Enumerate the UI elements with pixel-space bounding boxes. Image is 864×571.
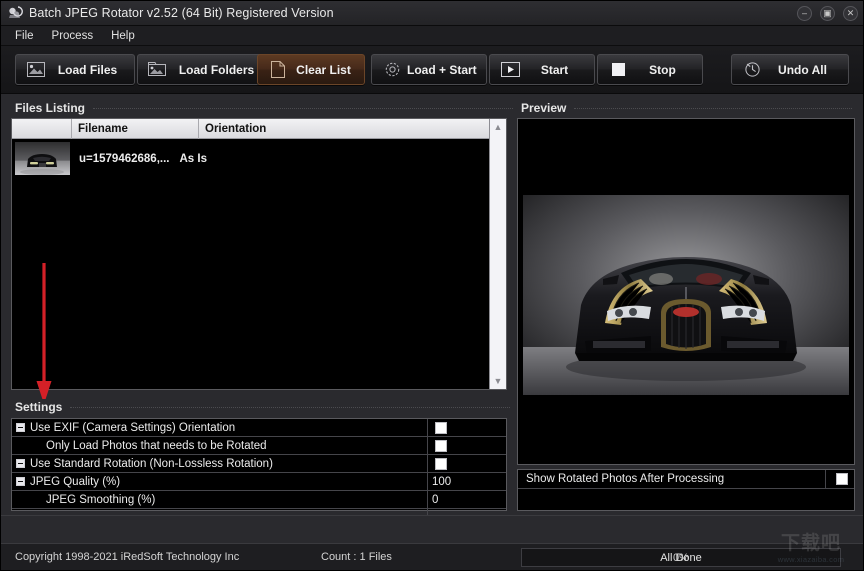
undo-all-button[interactable]: Undo All	[731, 54, 849, 85]
setting-label-wrap: Use EXIF (Camera Settings) Orientation	[12, 419, 428, 436]
setting-row-use-exif[interactable]: Use EXIF (Camera Settings) Orientation	[12, 419, 506, 437]
load-folders-button[interactable]: Load Folders	[137, 54, 271, 85]
expander-minus-icon[interactable]	[16, 423, 25, 432]
header-rule	[93, 108, 514, 109]
clock-undo-icon	[741, 60, 763, 80]
stop-icon	[607, 60, 629, 80]
maximize-icon: ▣	[820, 5, 835, 21]
settings-title: Settings	[15, 400, 63, 414]
window-title: Batch JPEG Rotator v2.52 (64 Bit) Regist…	[29, 6, 334, 20]
bottom-filler	[1, 515, 863, 543]
settings-panel: Use EXIF (Camera Settings) Orientation O…	[11, 418, 507, 527]
setting-value	[428, 419, 506, 436]
column-header-thumbnail[interactable]	[12, 118, 72, 139]
files-listing-title: Files Listing	[15, 101, 86, 115]
maximize-button[interactable]: ▣	[818, 4, 837, 22]
minimize-button[interactable]: –	[795, 4, 814, 22]
setting-label: Only Load Photos that needs to be Rotate…	[46, 439, 267, 452]
setting-label-wrap: Only Load Photos that needs to be Rotate…	[12, 437, 428, 454]
scroll-up-icon[interactable]: ▲	[490, 119, 507, 135]
menu-item-file[interactable]: File	[7, 28, 42, 44]
setting-label-wrap: Use Standard Rotation (Non-Lossless Rota…	[12, 455, 428, 472]
load-and-start-label: Load + Start	[407, 62, 477, 77]
setting-label-wrap: JPEG Quality (%)	[12, 473, 428, 490]
scroll-down-icon[interactable]: ▼	[490, 373, 507, 389]
setting-label: Use Standard Rotation (Non-Lossless Rota…	[30, 457, 273, 470]
minimize-icon: –	[797, 5, 812, 21]
option-label: Show Rotated Photos After Processing	[518, 469, 826, 489]
expander-minus-icon[interactable]	[16, 477, 25, 486]
setting-row-standard-rotation[interactable]: Use Standard Rotation (Non-Lossless Rota…	[12, 455, 506, 473]
files-vertical-scrollbar[interactable]: ▲ ▼	[489, 119, 506, 389]
title-bar: Batch JPEG Rotator v2.52 (64 Bit) Regist…	[1, 1, 863, 26]
expander-minus-icon[interactable]	[16, 459, 25, 468]
setting-label: JPEG Smoothing (%)	[46, 493, 156, 506]
preview-header-rule	[574, 108, 853, 109]
setting-row-jpeg-smoothing[interactable]: JPEG Smoothing (%) 0	[12, 491, 506, 509]
checkbox-only-load-rotated[interactable]	[435, 439, 447, 452]
setting-label: JPEG Quality (%)	[30, 475, 121, 488]
stop-label: Stop	[649, 62, 676, 77]
jpeg-smoothing-value[interactable]: 0	[428, 491, 506, 508]
menu-bar: File Process Help	[1, 26, 863, 46]
status-bar: Copyright 1998-2021 iRedSoft Technology …	[1, 543, 863, 570]
window-controls: – ▣ ✕	[795, 4, 860, 22]
file-orientation-cell: As Is	[179, 152, 207, 165]
blank-page-icon	[267, 60, 289, 80]
close-icon: ✕	[843, 5, 858, 21]
clear-list-button[interactable]: Clear List	[257, 54, 365, 85]
bugatti-veyron-front-photo	[523, 195, 849, 395]
image-folder-icon	[147, 60, 169, 80]
menu-item-help[interactable]: Help	[103, 28, 143, 44]
checkbox-standard-rotation[interactable]	[435, 457, 447, 470]
load-files-button[interactable]: Load Files	[15, 54, 135, 85]
column-header-filename[interactable]: Filename	[72, 118, 199, 139]
files-listing-panel: Filename Orientation u=1579462686,... As…	[11, 118, 507, 390]
load-folders-label: Load Folders	[178, 62, 255, 77]
setting-row-only-load-rotated[interactable]: Only Load Photos that needs to be Rotate…	[12, 437, 506, 455]
gear-icon	[381, 60, 403, 80]
checkbox-show-rotated-photos[interactable]	[835, 473, 848, 485]
stop-button[interactable]: Stop	[597, 54, 703, 85]
setting-row-jpeg-quality[interactable]: JPEG Quality (%) 100	[12, 473, 506, 491]
preview-title: Preview	[521, 101, 567, 115]
undo-all-label: Undo All	[778, 62, 827, 77]
close-button[interactable]: ✕	[841, 4, 860, 22]
options-panel: Show Rotated Photos After Processing	[517, 469, 855, 511]
file-count-text: Count : 1 Files	[321, 551, 392, 563]
load-and-start-button[interactable]: Load + Start	[371, 54, 487, 85]
files-table-header: Filename Orientation	[12, 118, 489, 139]
setting-label: Use EXIF (Camera Settings) Orientation	[30, 421, 236, 434]
option-row-show-rotated[interactable]: Show Rotated Photos After Processing	[518, 469, 854, 489]
setting-value	[428, 455, 506, 472]
progress-percent-label: 0%	[673, 551, 689, 564]
clear-list-label: Clear List	[296, 62, 351, 77]
file-name-cell: u=1579462686,...	[79, 152, 170, 165]
start-label: Start	[540, 62, 569, 77]
red-down-arrow	[31, 263, 57, 413]
settings-header-rule	[70, 407, 511, 408]
copyright-text: Copyright 1998-2021 iRedSoft Technology …	[15, 551, 240, 563]
progress-bar: All Done 0%	[521, 548, 841, 567]
files-listing-header: Files Listing	[15, 100, 514, 117]
toolbar: Load Files Load Folders Clear List Load …	[1, 46, 863, 94]
play-icon	[499, 60, 521, 80]
table-row[interactable]: u=1579462686,... As Is	[12, 140, 489, 177]
load-files-label: Load Files	[57, 62, 118, 77]
setting-label-wrap: JPEG Smoothing (%)	[12, 491, 428, 508]
preview-header: Preview	[521, 100, 853, 117]
checkbox-use-exif[interactable]	[435, 421, 447, 434]
app-icon	[7, 5, 23, 21]
preview-panel	[517, 118, 855, 465]
menu-item-process[interactable]: Process	[44, 28, 102, 44]
settings-header: Settings	[15, 399, 511, 416]
column-header-orientation[interactable]: Orientation	[199, 119, 489, 139]
start-button[interactable]: Start	[489, 54, 595, 85]
option-value	[826, 473, 854, 485]
setting-value	[428, 437, 506, 454]
car-thumbnail	[15, 142, 70, 175]
application-window: Batch JPEG Rotator v2.52 (64 Bit) Regist…	[0, 0, 864, 571]
jpeg-quality-value[interactable]: 100	[428, 473, 506, 490]
image-file-icon	[25, 60, 47, 80]
